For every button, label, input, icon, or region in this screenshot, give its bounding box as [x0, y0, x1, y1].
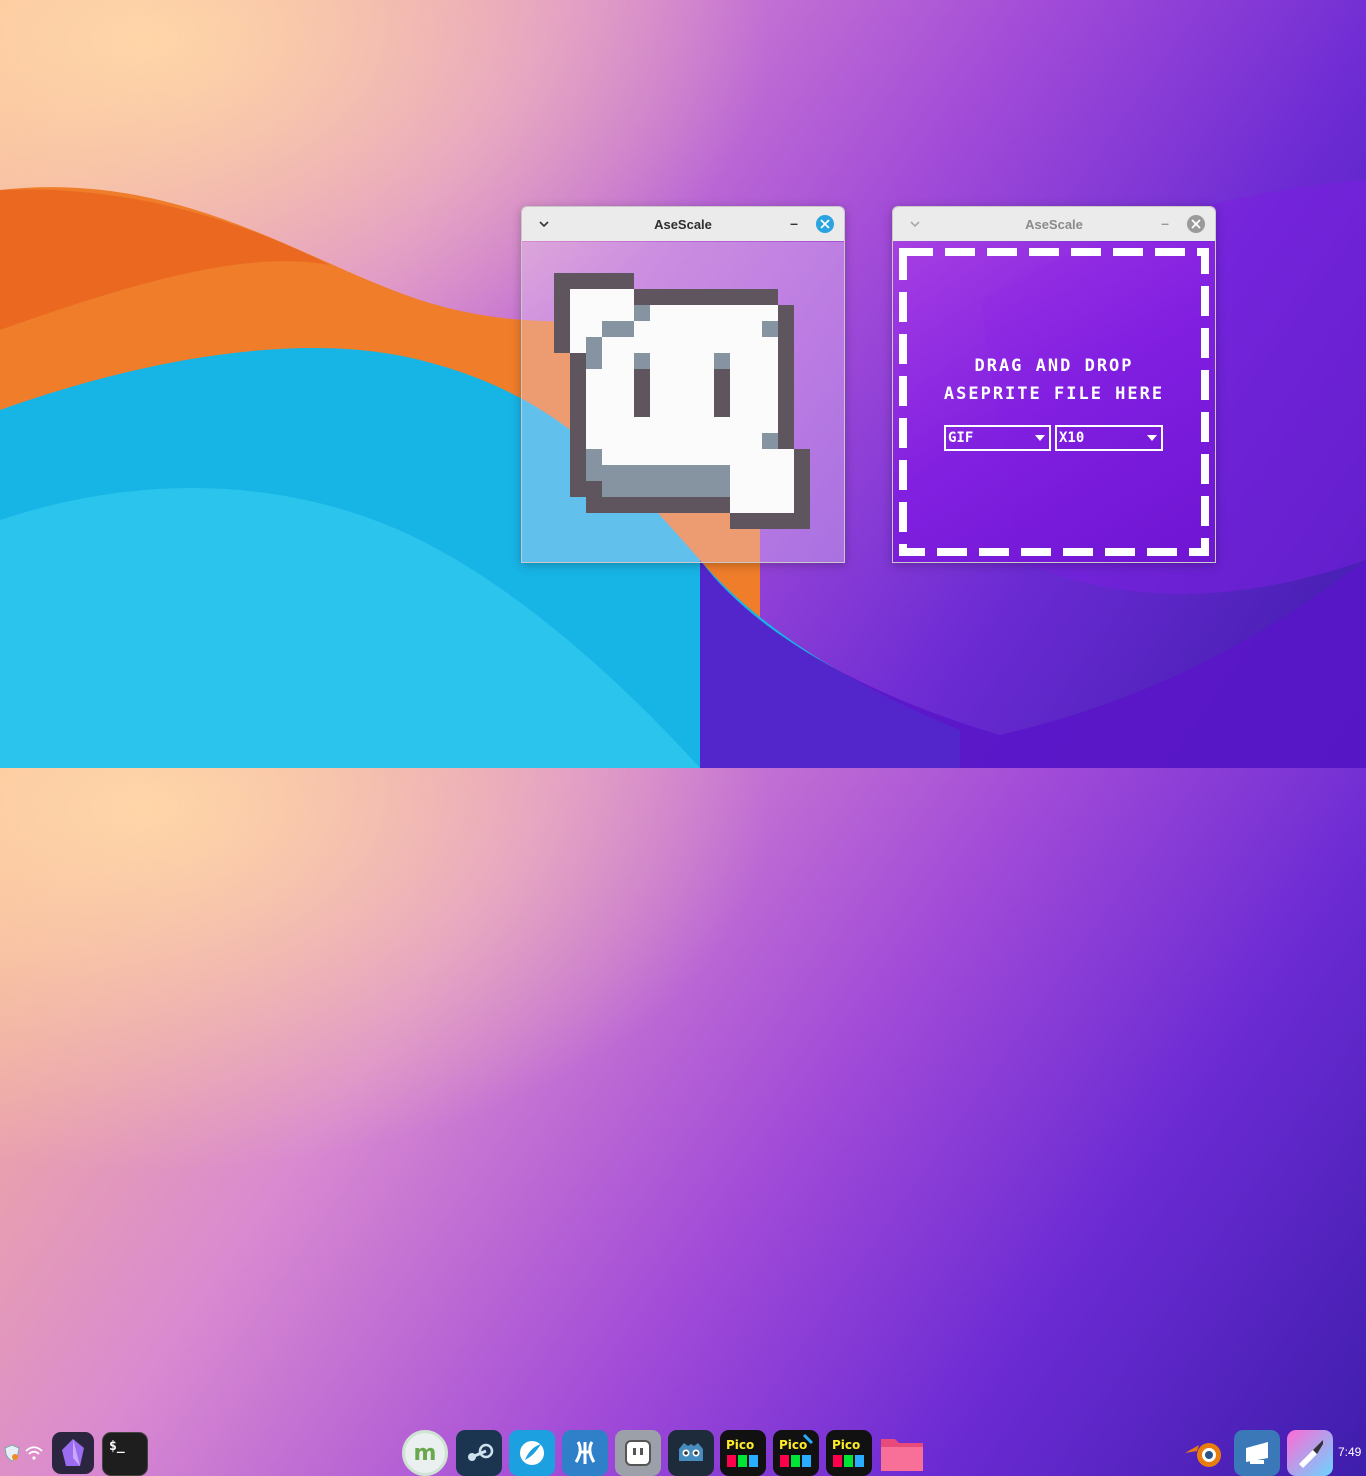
dropdown-arrow-icon	[1147, 435, 1157, 441]
desktop-tool-icon[interactable]	[1234, 1430, 1280, 1476]
pico-8-icon[interactable]: Pico	[720, 1430, 766, 1476]
chevron-down-icon[interactable]	[907, 216, 923, 232]
close-icon	[820, 219, 830, 229]
dropdown-arrow-icon	[1035, 435, 1045, 441]
drop-instruction-line1: DRAG AND DROP	[974, 356, 1134, 376]
title-bar[interactable]: AseScale –	[522, 207, 844, 241]
format-select-value: GIF	[948, 430, 974, 446]
close-button[interactable]	[816, 215, 834, 233]
paint-brush-icon[interactable]	[1287, 1430, 1333, 1476]
taskbar: $_ m Pico Pico Pico 7:49	[0, 712, 1366, 1476]
scale-select-value: X10	[1059, 430, 1085, 446]
close-button[interactable]	[1187, 215, 1205, 233]
terminal-label: $_	[109, 1439, 125, 1454]
drop-zone[interactable]: DRAG AND DROP ASEPRITE FILE HERE GIF X10	[893, 242, 1215, 562]
minimize-button[interactable]: –	[786, 215, 802, 231]
asescale-preview-window[interactable]: AseScale –	[521, 206, 845, 563]
obsidian-icon[interactable]	[52, 1432, 94, 1474]
svg-text:Pico: Pico	[726, 1438, 754, 1452]
window-title: AseScale	[1025, 216, 1083, 232]
pico-8-alt-icon[interactable]: Pico	[826, 1430, 872, 1476]
vscodium-icon[interactable]	[562, 1430, 608, 1476]
close-icon	[1191, 219, 1201, 229]
clock[interactable]: 7:49	[1338, 1445, 1361, 1459]
title-bar[interactable]: AseScale –	[893, 207, 1215, 241]
drop-instruction-line2: ASEPRITE FILE HERE	[943, 384, 1165, 404]
format-select[interactable]: GIF	[944, 425, 1051, 451]
files-folder-icon[interactable]	[879, 1430, 925, 1476]
itch-io-icon[interactable]	[615, 1430, 661, 1476]
svg-text:Pico: Pico	[832, 1438, 860, 1452]
chevron-down-icon[interactable]	[536, 216, 552, 232]
blender-icon[interactable]	[1181, 1430, 1227, 1476]
sprite-preview-area	[522, 242, 844, 562]
linux-mint-menu-icon[interactable]: m	[402, 1430, 448, 1476]
wifi-icon[interactable]	[25, 1446, 43, 1460]
pico-8-editor-icon[interactable]: Pico	[773, 1430, 819, 1476]
steam-icon[interactable]	[456, 1430, 502, 1476]
minimize-button[interactable]: –	[1157, 215, 1173, 231]
window-title: AseScale	[654, 216, 712, 232]
scale-select[interactable]: X10	[1055, 425, 1163, 451]
surfing-app-icon[interactable]	[509, 1430, 555, 1476]
shield-icon[interactable]	[4, 1444, 20, 1462]
ghost-sprite-image	[554, 273, 810, 529]
svg-text:Pico: Pico	[779, 1438, 807, 1452]
terminal-icon[interactable]: $_	[102, 1432, 148, 1476]
asescale-drop-window[interactable]: AseScale – DRAG AND DROP ASEPRITE FILE H…	[892, 206, 1216, 563]
godot-icon[interactable]	[668, 1430, 714, 1476]
